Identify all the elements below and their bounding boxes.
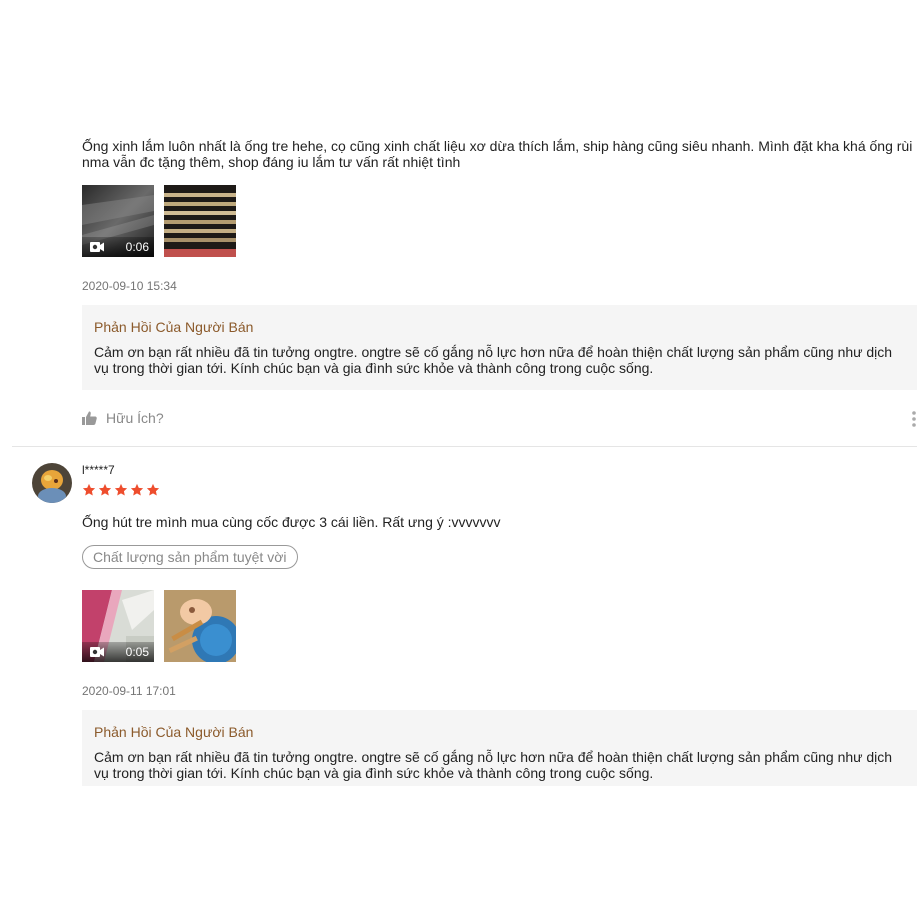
video-overlay-bar: 0:06 bbox=[82, 237, 154, 257]
review-1-video-thumbnail[interactable]: 0:06 bbox=[82, 185, 154, 257]
review-1-photo-image bbox=[164, 185, 236, 257]
review-1-photo-thumbnail[interactable] bbox=[164, 185, 236, 257]
seller-reply-title: Phản Hồi Của Người Bán bbox=[94, 319, 254, 335]
review-1-date: 2020-09-10 15:34 bbox=[82, 279, 177, 293]
review-2-photo-thumbnail[interactable] bbox=[164, 590, 236, 662]
review-2-text: Ống hút tre mình mua cùng cốc được 3 cái… bbox=[82, 514, 501, 530]
review-2-video-thumbnail[interactable]: 0:05 bbox=[82, 590, 154, 662]
seller-reply-body: Cảm ơn bạn rất nhiều đã tin tưởng ongtre… bbox=[94, 344, 893, 376]
review-divider bbox=[12, 446, 917, 447]
more-vertical-icon[interactable] bbox=[911, 410, 917, 428]
video-camera-icon bbox=[90, 647, 104, 657]
rating-stars bbox=[82, 483, 160, 497]
star-icon bbox=[82, 483, 96, 496]
star-icon bbox=[130, 483, 144, 496]
reviewer-username[interactable]: l*****7 bbox=[82, 463, 115, 477]
review-1-seller-reply: Phản Hồi Của Người Bán Cảm ơn bạn rất nh… bbox=[82, 305, 917, 390]
star-icon bbox=[98, 483, 112, 496]
review-1-helpful-button[interactable]: Hữu Ích? bbox=[82, 410, 164, 426]
video-duration: 0:06 bbox=[125, 240, 149, 254]
video-camera-icon bbox=[90, 242, 104, 252]
thumbs-up-icon bbox=[82, 411, 97, 425]
review-2-seller-reply: Phản Hồi Của Người Bán Cảm ơn bạn rất nh… bbox=[82, 710, 917, 786]
video-duration: 0:05 bbox=[125, 645, 149, 659]
review-1-text: Ống xinh lắm luôn nhất là ống tre hehe, … bbox=[82, 138, 913, 170]
review-2-photo-image bbox=[164, 590, 236, 662]
avatar[interactable] bbox=[32, 463, 72, 503]
review-tag[interactable]: Chất lượng sản phẩm tuyệt vời bbox=[82, 545, 298, 569]
star-icon bbox=[114, 483, 128, 496]
seller-reply-title: Phản Hồi Của Người Bán bbox=[94, 724, 254, 740]
helpful-label: Hữu Ích? bbox=[106, 410, 164, 426]
video-overlay-bar: 0:05 bbox=[82, 642, 154, 662]
seller-reply-body: Cảm ơn bạn rất nhiều đã tin tưởng ongtre… bbox=[94, 749, 893, 781]
review-2-date: 2020-09-11 17:01 bbox=[82, 684, 176, 698]
avatar-image bbox=[32, 463, 72, 503]
star-icon bbox=[146, 483, 160, 496]
